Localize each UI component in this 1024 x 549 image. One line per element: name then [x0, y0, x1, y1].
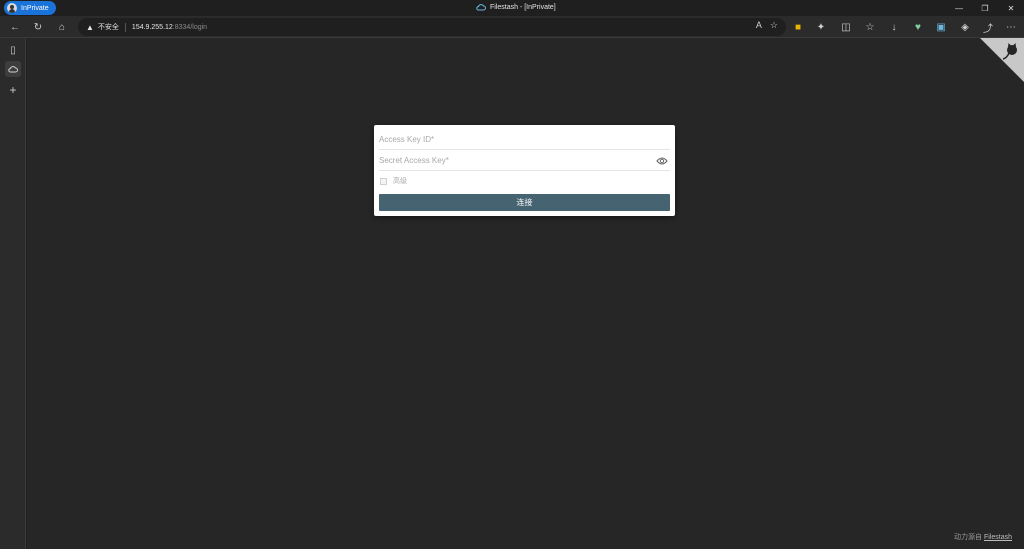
eye-icon[interactable]	[656, 156, 668, 166]
more-menu-icon[interactable]: ⋯	[1003, 19, 1019, 35]
avatar	[7, 3, 17, 13]
browser-essentials-icon[interactable]: ◈	[957, 19, 973, 35]
title-bar: InPrivate Filestash - [InPrivate] — ❐ ✕	[0, 0, 1024, 16]
filestash-tab-icon[interactable]	[5, 61, 21, 77]
advanced-label: 高级	[393, 178, 407, 185]
read-aloud-icon[interactable]: A	[756, 20, 762, 31]
tab-actions-icon[interactable]: ▯	[5, 42, 21, 58]
favorites-icon[interactable]: ☆	[862, 19, 878, 35]
page-content: 高级 连接 动力源自Filestash	[27, 38, 1024, 549]
url-path[interactable]: :8334/login	[173, 24, 207, 31]
performance-icon[interactable]: ♥	[910, 19, 926, 35]
security-label[interactable]: 不安全	[98, 22, 119, 32]
secret-key-input[interactable]	[379, 156, 670, 165]
home-icon[interactable]: ⌂	[54, 19, 70, 35]
back-icon[interactable]: ←	[7, 19, 23, 35]
address-divider	[124, 22, 126, 32]
refresh-icon[interactable]: ↻	[30, 19, 46, 35]
address-bar[interactable]: ▲ 不安全 154.9.255.12:8334/login A ☆	[78, 18, 786, 36]
restore-icon[interactable]: ❐	[972, 0, 998, 16]
favorite-star-icon[interactable]: ☆	[770, 20, 778, 31]
cloud-icon	[8, 66, 18, 73]
filestash-link[interactable]: Filestash	[984, 534, 1012, 541]
access-key-field	[379, 130, 670, 150]
close-icon[interactable]: ✕	[998, 0, 1024, 16]
puzzle-icon[interactable]: ✦	[813, 19, 829, 35]
powered-by-text: 动力源自	[953, 534, 982, 541]
window-title: Filestash - [InPrivate]	[476, 3, 556, 11]
vertical-sidebar: ▯ +	[0, 38, 26, 549]
url-host[interactable]: 154.9.255.12	[132, 24, 173, 31]
window-controls: — ❐ ✕	[946, 0, 1024, 16]
login-form: 高级 连接	[374, 125, 675, 216]
share-icon[interactable]: ⤴	[980, 19, 996, 35]
split-screen-icon[interactable]: ◫	[838, 19, 854, 35]
downloads-icon[interactable]: ↓	[886, 19, 902, 35]
advanced-checkbox[interactable]	[380, 177, 387, 185]
window-title-text: Filestash - [InPrivate]	[490, 3, 556, 11]
collections-icon[interactable]: ▣	[933, 19, 949, 35]
connect-button[interactable]: 连接	[379, 194, 670, 211]
minimize-icon[interactable]: —	[946, 0, 972, 16]
secret-key-field	[379, 151, 670, 171]
access-key-input[interactable]	[379, 135, 670, 144]
cloud-icon	[476, 4, 486, 11]
address-actions: A ☆	[756, 20, 778, 31]
inprivate-badge[interactable]: InPrivate	[4, 1, 56, 15]
github-corner-icon[interactable]	[980, 38, 1024, 82]
footer: 动力源自 Filestash	[954, 532, 1012, 542]
warning-icon[interactable]: ▲	[86, 23, 94, 32]
advanced-option[interactable]: 高级	[380, 176, 407, 186]
extension-icon[interactable]: ■	[790, 19, 806, 35]
browser-toolbar: ← ↻ ⌂ ▲ 不安全 154.9.255.12:8334/login A ☆ …	[0, 16, 1024, 38]
new-tab-icon[interactable]: +	[5, 82, 21, 98]
inprivate-label: InPrivate	[21, 4, 49, 12]
